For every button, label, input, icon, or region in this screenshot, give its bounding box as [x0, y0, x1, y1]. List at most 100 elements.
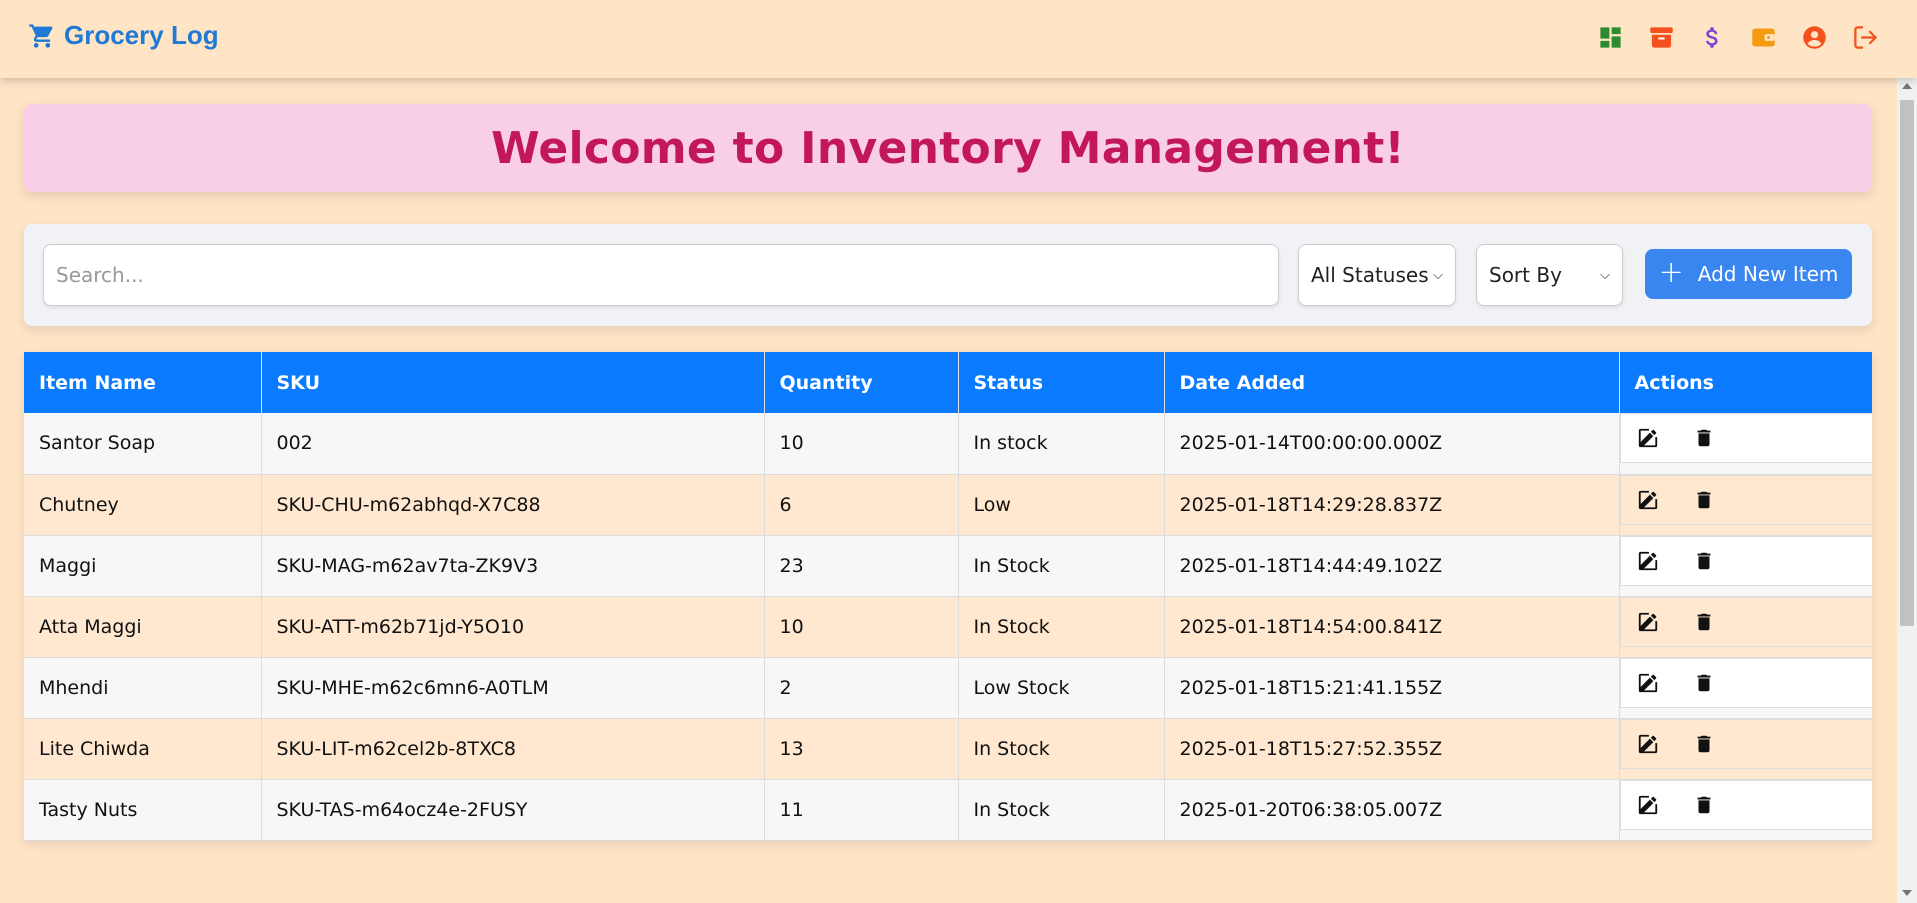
column-header-item-name[interactable]: Item Name: [24, 352, 262, 413]
trash-icon[interactable]: [1691, 487, 1717, 513]
inventory-table: Item Name SKU Quantity Status Date Added…: [24, 352, 1872, 841]
cell-status: In stock: [958, 413, 1165, 475]
edit-icon[interactable]: [1635, 609, 1661, 635]
inventory-table-container: Item Name SKU Quantity Status Date Added…: [24, 352, 1872, 841]
scrollbar-thumb[interactable]: [1900, 100, 1914, 626]
cell-quantity: 11: [764, 779, 959, 841]
user-circle-icon[interactable]: [1801, 22, 1828, 52]
cell-actions: [1619, 779, 1872, 841]
cell-status: Low: [958, 474, 1165, 536]
cell-date-added: 2025-01-20T06:38:05.007Z: [1164, 779, 1620, 841]
row-actions: [1619, 718, 1872, 769]
cell-item-name: Atta Maggi: [24, 596, 262, 658]
table-body: Santor Soap 002 10 In stock 2025-01-14T00:00…: [24, 413, 1872, 841]
trash-icon[interactable]: [1691, 548, 1717, 574]
table-row: Santor Soap 002 10 In stock 2025-01-14T00:00…: [24, 413, 1872, 475]
plus-icon: +: [1658, 254, 1684, 290]
cell-quantity: 23: [764, 535, 959, 597]
column-header-sku[interactable]: SKU: [261, 352, 765, 413]
dashboard-icon[interactable]: [1597, 22, 1624, 52]
row-actions: [1619, 596, 1872, 647]
status-filter-value: All Statuses: [1311, 263, 1429, 287]
cell-actions: [1619, 474, 1872, 536]
trash-icon[interactable]: [1691, 670, 1717, 696]
edit-icon[interactable]: [1635, 487, 1661, 513]
table-row: Mhendi SKU-MHE-m62c6mn6-A0TLM 2 Low Stock 20…: [24, 657, 1872, 719]
edit-icon[interactable]: [1635, 548, 1661, 574]
row-actions: [1619, 535, 1872, 586]
trash-icon[interactable]: [1691, 792, 1717, 818]
column-header-status[interactable]: Status: [958, 352, 1165, 413]
scroll-up-arrow[interactable]: [1902, 83, 1912, 89]
cell-actions: [1619, 718, 1872, 780]
add-new-item-button[interactable]: + Add New Item: [1645, 249, 1852, 299]
cell-date-added: 2025-01-18T14:29:28.837Z: [1164, 474, 1620, 536]
cell-sku: SKU-TAS-m64ocz4e-2FUSY: [261, 779, 765, 841]
brand-title: Grocery Log: [64, 20, 219, 50]
search-input[interactable]: [43, 244, 1279, 306]
table-header-row: Item Name SKU Quantity Status Date Added…: [24, 352, 1872, 413]
cell-date-added: 2025-01-18T14:54:00.841Z: [1164, 596, 1620, 658]
cell-status: In Stock: [958, 718, 1165, 780]
sort-by-select[interactable]: Sort By ⌵: [1476, 244, 1623, 306]
logout-icon[interactable]: [1852, 22, 1879, 52]
row-actions: [1619, 779, 1872, 830]
chevron-down-icon: ⌵: [1600, 267, 1610, 283]
archive-icon[interactable]: [1648, 22, 1675, 52]
cell-sku: 002: [261, 413, 765, 475]
cell-quantity: 10: [764, 413, 959, 475]
column-header-date-added[interactable]: Date Added: [1164, 352, 1620, 413]
welcome-title: Welcome to Inventory Management!: [491, 122, 1405, 174]
scroll-down-arrow[interactable]: [1902, 890, 1912, 896]
edit-icon[interactable]: [1635, 731, 1661, 757]
cell-actions: [1619, 535, 1872, 597]
cell-actions: [1619, 413, 1872, 475]
welcome-banner: Welcome to Inventory Management!: [24, 104, 1872, 192]
cell-date-added: 2025-01-18T14:44:49.102Z: [1164, 535, 1620, 597]
cell-date-added: 2025-01-18T15:21:41.155Z: [1164, 657, 1620, 719]
dollar-icon[interactable]: [1699, 22, 1726, 52]
edit-icon[interactable]: [1635, 670, 1661, 696]
cell-item-name: Lite Chiwda: [24, 718, 262, 780]
cell-sku: SKU-CHU-m62abhqd-X7C88: [261, 474, 765, 536]
cell-sku: SKU-ATT-m62b71jd-Y5O10: [261, 596, 765, 658]
cell-status: In Stock: [958, 535, 1165, 597]
cell-actions: [1619, 596, 1872, 658]
cell-quantity: 10: [764, 596, 959, 658]
table-row: Chutney SKU-CHU-m62abhqd-X7C88 6 Low 2025-01…: [24, 474, 1872, 536]
cell-status: Low Stock: [958, 657, 1165, 719]
table-row: Lite Chiwda SKU-LIT-m62cel2b-8TXC8 13 In St…: [24, 718, 1872, 780]
trash-icon[interactable]: [1691, 731, 1717, 757]
row-actions: [1619, 474, 1872, 525]
chevron-down-icon: ⌵: [1433, 267, 1443, 283]
cell-sku: SKU-MHE-m62c6mn6-A0TLM: [261, 657, 765, 719]
cell-sku: SKU-MAG-m62av7ta-ZK9V3: [261, 535, 765, 597]
cell-quantity: 13: [764, 718, 959, 780]
column-header-quantity[interactable]: Quantity: [764, 352, 959, 413]
cell-quantity: 2: [764, 657, 959, 719]
edit-icon[interactable]: [1635, 425, 1661, 451]
add-new-item-label: Add New Item: [1697, 262, 1839, 286]
cell-item-name: Tasty Nuts: [24, 779, 262, 841]
cell-sku: SKU-LIT-m62cel2b-8TXC8: [261, 718, 765, 780]
sort-by-value: Sort By: [1489, 263, 1562, 287]
cell-item-name: Chutney: [24, 474, 262, 536]
cell-status: In Stock: [958, 779, 1165, 841]
cell-date-added: 2025-01-18T15:27:52.355Z: [1164, 718, 1620, 780]
cell-item-name: Maggi: [24, 535, 262, 597]
table-row: Maggi SKU-MAG-m62av7ta-ZK9V3 23 In Stock 202…: [24, 535, 1872, 597]
status-filter-select[interactable]: All Statuses ⌵: [1298, 244, 1456, 306]
edit-icon[interactable]: [1635, 792, 1661, 818]
row-actions: [1619, 413, 1872, 464]
trash-icon[interactable]: [1691, 425, 1717, 451]
column-header-actions: Actions: [1619, 352, 1872, 413]
table-row: Tasty Nuts SKU-TAS-m64ocz4e-2FUSY 11 In Sto…: [24, 779, 1872, 841]
filter-toolbar: All Statuses ⌵ Sort By ⌵ + Add New Item: [24, 224, 1872, 326]
cell-actions: [1619, 657, 1872, 719]
brand[interactable]: Grocery Log: [28, 20, 219, 51]
wallet-icon[interactable]: [1750, 22, 1777, 52]
row-actions: [1619, 657, 1872, 708]
trash-icon[interactable]: [1691, 609, 1717, 635]
cell-item-name: Mhendi: [24, 657, 262, 719]
cell-item-name: Santor Soap: [24, 413, 262, 475]
